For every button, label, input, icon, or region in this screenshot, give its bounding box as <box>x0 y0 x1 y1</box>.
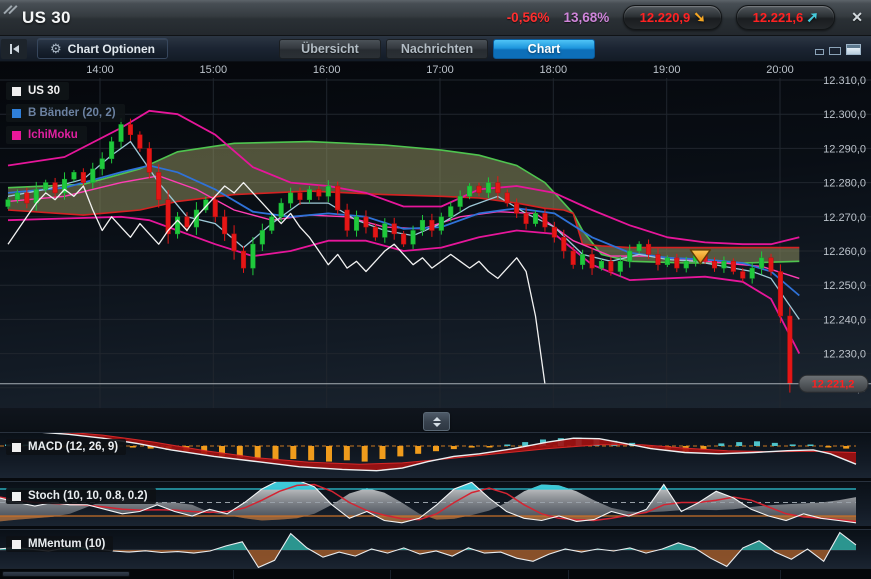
panel-splitter <box>0 408 871 432</box>
stochastic-label-chip[interactable]: Stoch (10, 10, 0.8, 0.2) <box>6 488 156 504</box>
macd-label-chip[interactable]: MACD (12, 26, 9) <box>6 439 126 455</box>
tab-uebersicht[interactable]: Übersicht <box>279 39 381 59</box>
tab-nachrichten[interactable]: Nachrichten <box>386 39 488 59</box>
momentum-swatch-icon <box>12 540 21 549</box>
momentum-label-chip[interactable]: MMentum (10) <box>6 536 113 552</box>
chart-toolbar: ⚙ Chart Optionen Übersicht Nachrichten C… <box>0 36 871 62</box>
view-tabs: Übersicht Nachrichten Chart <box>279 39 595 59</box>
macd-canvas <box>0 433 871 479</box>
current-price-value: 12.221,2 <box>812 379 855 391</box>
legend-bbands-label: B Bänder (20, 2) <box>28 107 116 119</box>
momentum-title: MMentum (10) <box>28 538 105 550</box>
momentum-panel[interactable]: MMentum (10) <box>0 529 871 568</box>
horizontal-scrollbar[interactable] <box>0 568 871 579</box>
trading-chart-window: US 30 -0,56% 13,68% 12.220,9 ➘ 12.221,6 … <box>0 0 871 579</box>
chart-options-button[interactable]: ⚙ Chart Optionen <box>37 38 168 59</box>
window-resize-handle-icon[interactable] <box>7 4 19 16</box>
legend-item-ichimoku[interactable]: IchiMoku <box>6 126 87 144</box>
price-label: 12.240,0 <box>823 314 866 326</box>
price-label: 12.310,0 <box>823 75 866 87</box>
legend-item-bbands[interactable]: B Bänder (20, 2) <box>6 104 125 122</box>
gear-icon: ⚙ <box>50 42 62 55</box>
price-label: 12.280,0 <box>823 178 866 190</box>
macd-swatch-icon <box>12 443 21 452</box>
price-label: 12.270,0 <box>823 212 866 224</box>
sell-price-button[interactable]: 12.220,9 ➘ <box>623 5 722 30</box>
arrow-down-icon: ➘ <box>693 10 706 25</box>
chart-options-label: Chart Optionen <box>68 42 155 56</box>
time-label: 19:00 <box>653 64 681 76</box>
legend-item-us30[interactable]: US 30 <box>6 82 69 100</box>
indicator-legend: US 30 B Bänder (20, 2) IchiMoku <box>6 82 125 148</box>
momentum-canvas <box>0 530 871 569</box>
titlebar: US 30 -0,56% 13,68% 12.220,9 ➘ 12.221,6 … <box>0 0 871 36</box>
bbands-swatch-icon <box>12 109 21 118</box>
splitter-up-icon <box>433 417 441 421</box>
change-percent: -0,56% <box>507 10 550 25</box>
time-label: 14:00 <box>86 64 114 76</box>
scrollbar-thumb[interactable] <box>2 571 130 577</box>
chart-size-controls <box>815 44 861 55</box>
time-label: 16:00 <box>313 64 341 76</box>
price-label: 12.230,0 <box>823 349 866 361</box>
chart-size-medium-icon[interactable] <box>829 47 841 55</box>
price-label: 12.250,0 <box>823 280 866 292</box>
collapse-bar-icon <box>10 44 12 54</box>
chart-size-large-icon[interactable] <box>846 44 861 55</box>
range-percent: 13,68% <box>563 10 609 25</box>
buy-price-button[interactable]: 12.221,6 ➚ <box>736 5 835 30</box>
time-label: 20:00 <box>766 64 794 76</box>
us30-swatch-icon <box>12 87 21 96</box>
time-label: 17:00 <box>426 64 454 76</box>
splitter-handle[interactable] <box>423 412 450 431</box>
stochastic-panel[interactable]: Stoch (10, 10, 0.8, 0.2) <box>0 481 871 526</box>
collapse-arrow-icon <box>13 45 19 53</box>
sell-price-value: 12.220,9 <box>640 10 691 25</box>
main-price-chart[interactable]: 14:00 15:00 16:00 17:00 18:00 19:00 20:00 12.31… <box>0 62 871 408</box>
scrollbar-tick <box>390 570 391 579</box>
time-label: 15:00 <box>200 64 228 76</box>
scrollbar-tick <box>233 570 234 579</box>
macd-title: MACD (12, 26, 9) <box>28 441 118 453</box>
tab-chart[interactable]: Chart <box>493 39 595 59</box>
collapse-panel-button[interactable] <box>1 39 27 59</box>
buy-price-value: 12.221,6 <box>753 10 804 25</box>
price-label: 12.260,0 <box>823 246 866 258</box>
legend-us30-label: US 30 <box>28 85 60 97</box>
legend-ichimoku-label: IchiMoku <box>28 129 78 141</box>
stochastic-title: Stoch (10, 10, 0.8, 0.2) <box>28 490 148 502</box>
time-label: 18:00 <box>540 64 568 76</box>
close-icon[interactable]: ✕ <box>851 9 863 26</box>
ichimoku-swatch-icon <box>12 131 21 140</box>
splitter-down-icon <box>433 423 441 427</box>
stochastic-swatch-icon <box>12 492 21 501</box>
chart-size-small-icon[interactable] <box>815 49 824 55</box>
arrow-up-icon: ➚ <box>806 10 819 25</box>
scrollbar-tick <box>780 570 781 579</box>
price-chart-canvas: 14:00 15:00 16:00 17:00 18:00 19:00 20:00 12.31… <box>0 62 871 408</box>
scrollbar-tick <box>568 570 569 579</box>
macd-panel[interactable]: MACD (12, 26, 9) <box>0 432 871 478</box>
instrument-title: US 30 <box>22 8 71 28</box>
price-label: 12.300,0 <box>823 109 866 121</box>
price-label: 12.290,0 <box>823 143 866 155</box>
